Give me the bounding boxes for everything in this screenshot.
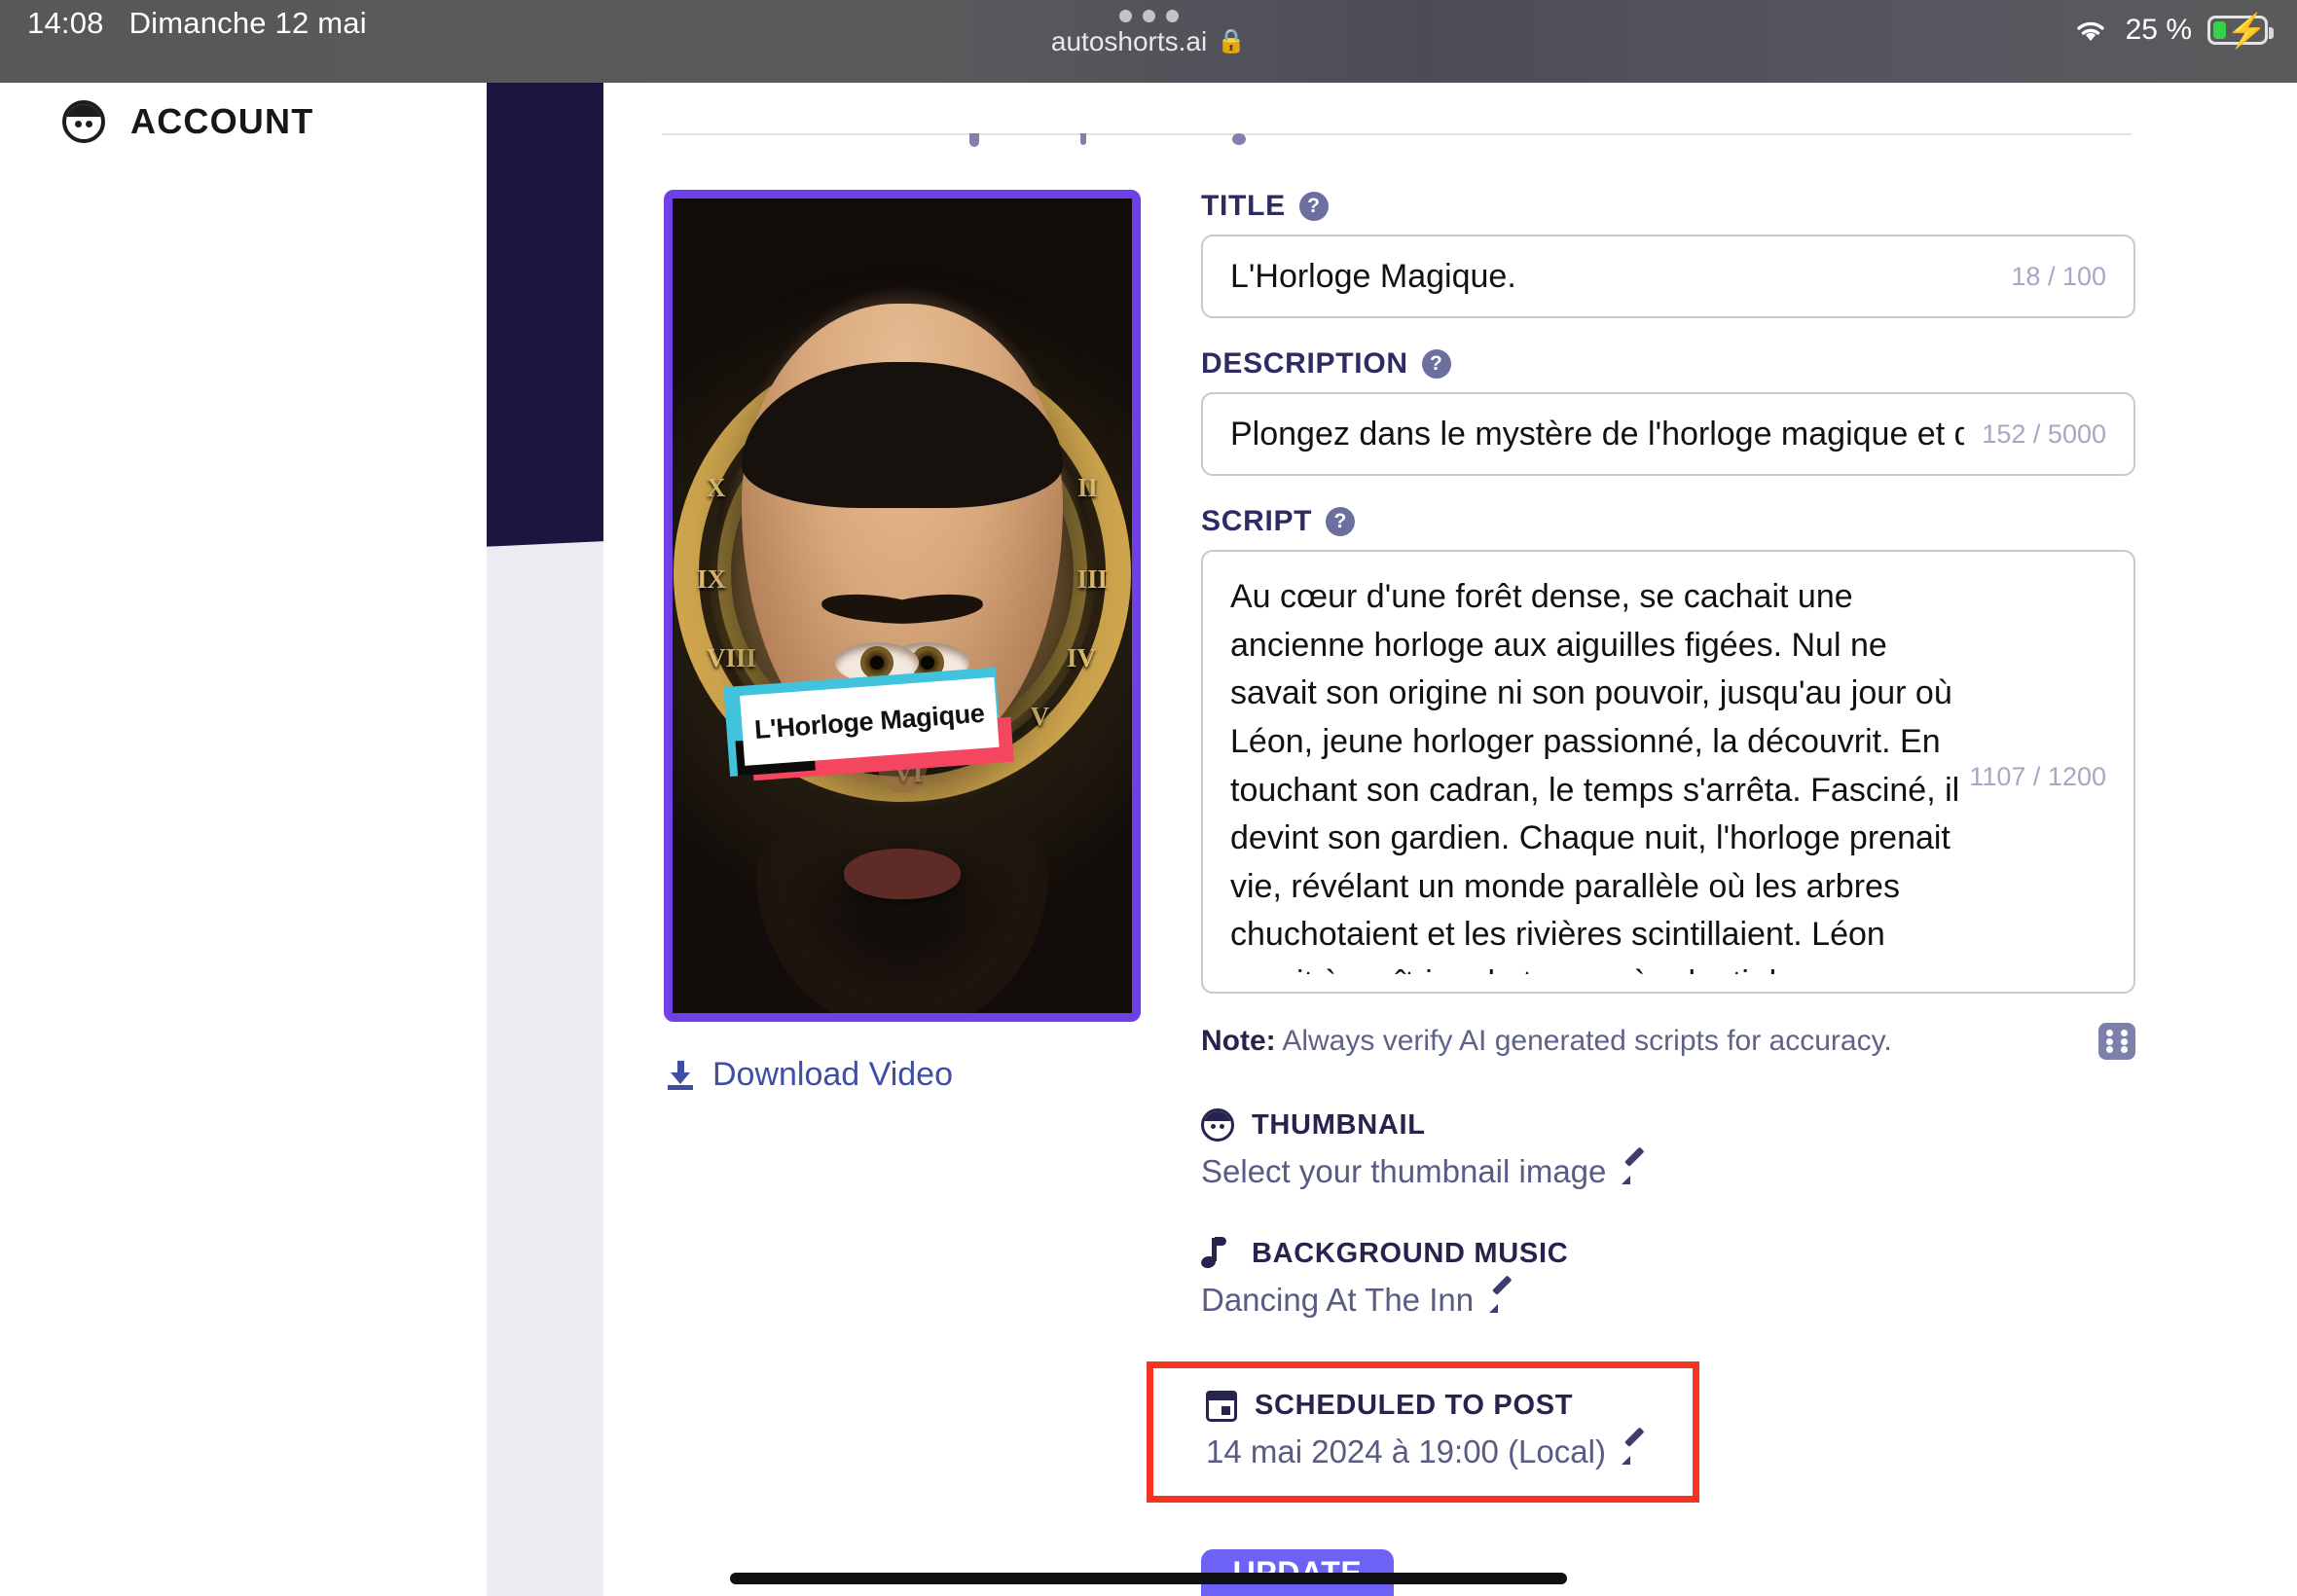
thumbnail-value: Select your thumbnail image: [1201, 1153, 1607, 1189]
status-bar-center: autoshorts.ai 🔒: [0, 4, 2297, 57]
scheduled-to-post-value: 14 mai 2024 à 19:00 (Local): [1206, 1433, 1606, 1469]
script-note-row: Note: Always verify AI generated scripts…: [1201, 1023, 2135, 1060]
caption-text: L'Horloge Magique: [753, 698, 986, 744]
thumbnail-value-row[interactable]: Select your thumbnail image: [1201, 1146, 2135, 1190]
scheduled-to-post-label: SCHEDULED TO POST: [1255, 1390, 1574, 1421]
left-sidebar: ACCOUNT: [0, 83, 487, 1596]
thumbnail-label-row: THUMBNAIL: [1201, 1108, 2135, 1142]
ipad-status-bar: 14:08 Dimanche 12 mai autoshorts.ai 🔒 25…: [0, 0, 2297, 83]
beard: [756, 810, 1048, 1013]
video-preview-player[interactable]: XII III VI IX I II IV V VII VIII X XI: [664, 190, 1141, 1022]
status-bar-right: 25 % ⚡: [2071, 14, 2274, 48]
clipped-heading-descender: [969, 133, 979, 147]
three-dots-icon[interactable]: [1118, 10, 1179, 22]
script-textarea-value: Au cœur d'une forêt dense, se cachait un…: [1230, 578, 1960, 974]
section-divider: [662, 133, 2132, 147]
calendar-icon: [1206, 1390, 1237, 1422]
clipped-heading-descender: [1080, 133, 1086, 145]
description-input[interactable]: Plongez dans le mystère de l'horloge mag…: [1201, 392, 2135, 476]
video-settings-form: TITLE ? L'Horloge Magique. 18 / 100 DESC…: [1147, 190, 2135, 1596]
pencil-edit-icon[interactable]: [1489, 1275, 1514, 1313]
scheduled-to-post-label-row: SCHEDULED TO POST: [1206, 1390, 1667, 1422]
battery-charging-icon: ⚡: [2207, 15, 2274, 48]
thumbnail-face-icon: [1201, 1108, 1234, 1142]
script-char-counter: 1107 / 1200: [1969, 762, 2106, 791]
sidebar-item-label: ACCOUNT: [130, 101, 314, 141]
url-text: autoshorts.ai: [1050, 26, 1208, 56]
question-mark-icon[interactable]: ?: [1421, 349, 1451, 379]
title-label-row: TITLE ?: [1201, 190, 2135, 223]
thumbnail-label: THUMBNAIL: [1252, 1108, 1426, 1141]
title-input-value: L'Horloge Magique.: [1230, 257, 1516, 295]
clipped-heading-descender: [1232, 133, 1246, 145]
dice-randomize-icon[interactable]: [2098, 1023, 2135, 1060]
browser-url-display[interactable]: autoshorts.ai 🔒: [1051, 26, 1246, 57]
script-label-row: SCRIPT ?: [1201, 505, 2135, 538]
title-field-group: TITLE ? L'Horloge Magique. 18 / 100: [1201, 190, 2135, 318]
background-music-value-row[interactable]: Dancing At The Inn: [1201, 1275, 2135, 1319]
background-music-label: BACKGROUND MUSIC: [1252, 1237, 1569, 1269]
script-label: SCRIPT: [1201, 505, 1313, 537]
download-video-link[interactable]: Download Video: [668, 1056, 953, 1094]
content-region: XII III VI IX I II IV V VII VIII X XI: [603, 83, 2190, 1596]
script-note-text: Note: Always verify AI generated scripts…: [1201, 1025, 1892, 1058]
hair: [742, 362, 1063, 509]
music-note-icon: [1199, 1237, 1234, 1270]
background-music-section: BACKGROUND MUSIC Dancing At The Inn: [1199, 1237, 2135, 1319]
background-music-label-row: BACKGROUND MUSIC: [1199, 1237, 2135, 1270]
sidebar-item-account[interactable]: ACCOUNT: [62, 100, 313, 143]
background-music-value: Dancing At The Inn: [1201, 1282, 1475, 1318]
description-char-counter: 152 / 5000: [1982, 418, 2106, 449]
question-mark-icon[interactable]: ?: [1326, 507, 1356, 536]
right-white-gutter: [2184, 83, 2297, 1596]
lock-icon: 🔒: [1217, 28, 1247, 54]
question-mark-icon[interactable]: ?: [1298, 192, 1329, 221]
eyebrow-right: [820, 590, 932, 628]
note-body: Always verify AI generated scripts for a…: [1275, 1025, 1892, 1057]
download-video-label: Download Video: [712, 1056, 953, 1093]
account-face-icon: [62, 100, 105, 143]
home-indicator: [730, 1573, 1567, 1584]
pencil-edit-icon[interactable]: [1621, 1427, 1647, 1465]
pencil-edit-icon[interactable]: [1622, 1146, 1647, 1184]
description-label: DESCRIPTION: [1201, 347, 1408, 380]
wifi-icon: [2076, 21, 2104, 41]
title-char-counter: 18 / 100: [2011, 261, 2106, 291]
main-content-card: XII III VI IX I II IV V VII VIII X XI: [603, 83, 2190, 1596]
description-field-group: DESCRIPTION ? Plongez dans le mystère de…: [1201, 347, 2135, 476]
description-label-row: DESCRIPTION ?: [1201, 347, 2135, 381]
download-icon: [668, 1060, 693, 1090]
video-thumbnail-image: XII III VI IX I II IV V VII VIII X XI: [673, 199, 1132, 1013]
mouth: [844, 849, 961, 900]
note-prefix: Note:: [1201, 1025, 1276, 1057]
battery-percent-label: 25 %: [2125, 14, 2192, 46]
scheduled-to-post-highlight: SCHEDULED TO POST 14 mai 2024 à 19:00 (L…: [1147, 1361, 1699, 1503]
thumbnail-section: THUMBNAIL Select your thumbnail image: [1201, 1108, 2135, 1190]
script-field-group: SCRIPT ? Au cœur d'une forêt dense, se c…: [1201, 505, 2135, 994]
scheduled-to-post-value-row[interactable]: 14 mai 2024 à 19:00 (Local): [1206, 1427, 1667, 1470]
title-label: TITLE: [1201, 190, 1286, 222]
video-preview-column: XII III VI IX I II IV V VII VIII X XI: [664, 190, 1150, 1093]
title-input[interactable]: L'Horloge Magique. 18 / 100: [1201, 235, 2135, 318]
description-input-value: Plongez dans le mystère de l'horloge mag…: [1230, 415, 1965, 453]
script-textarea[interactable]: Au cœur d'une forêt dense, se cachait un…: [1201, 550, 2135, 994]
